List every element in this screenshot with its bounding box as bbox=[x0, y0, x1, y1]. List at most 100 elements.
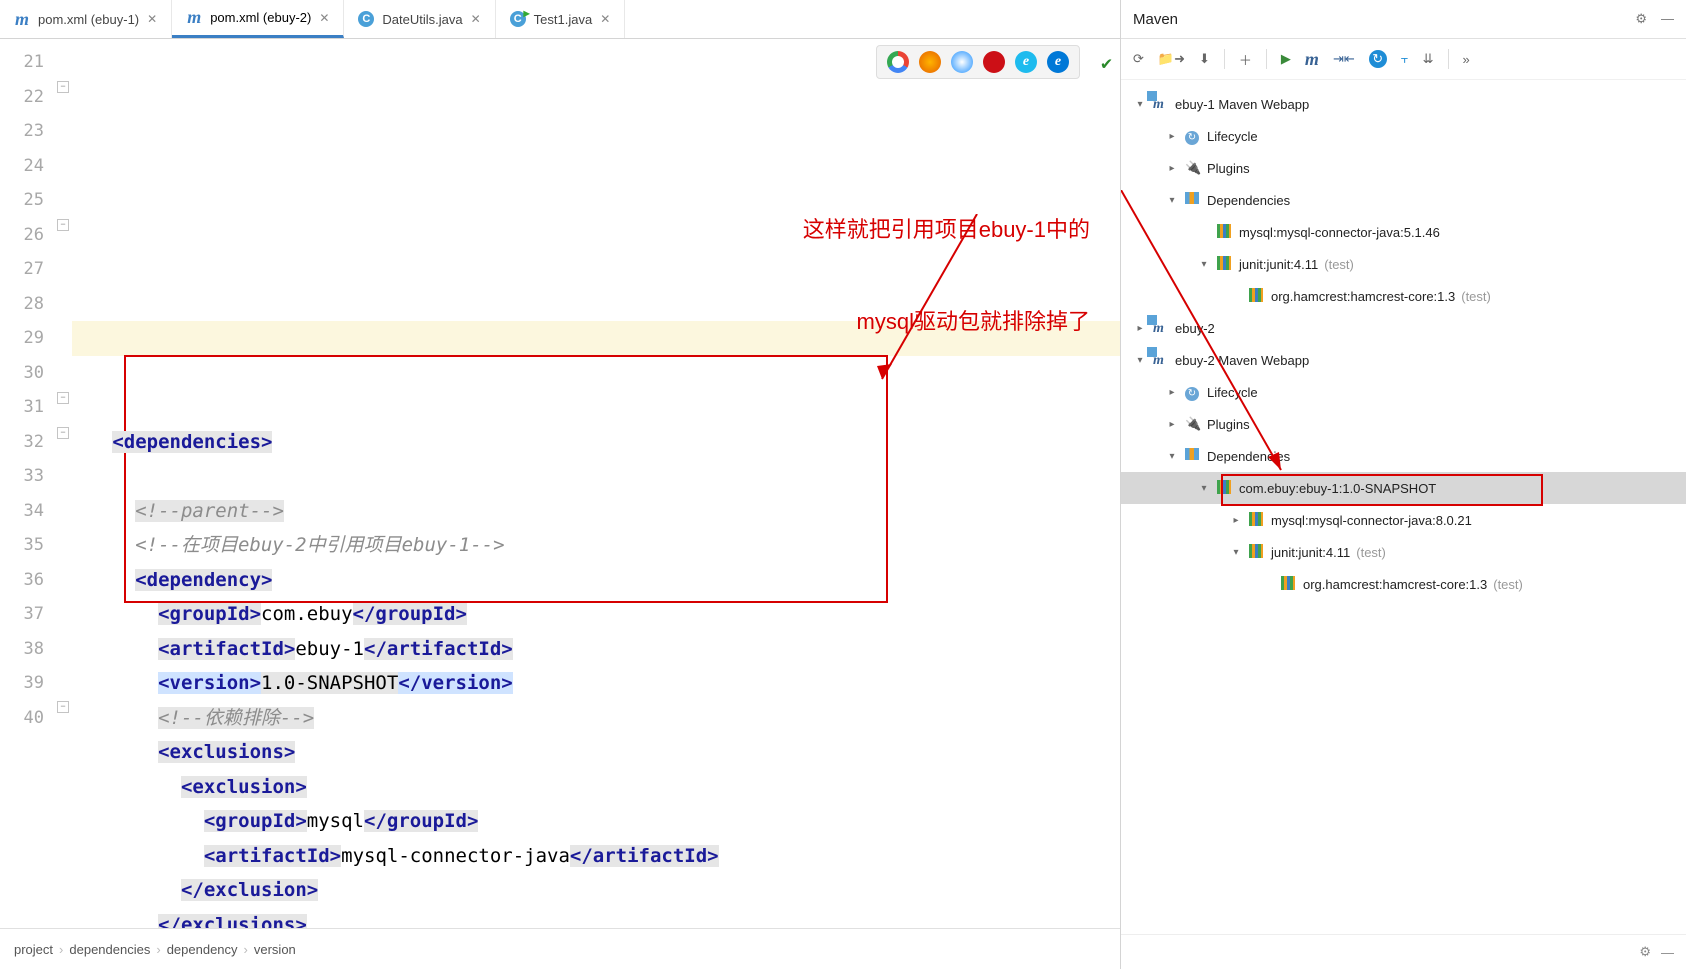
edge-icon[interactable]: e bbox=[1047, 51, 1069, 73]
library-icon bbox=[1281, 576, 1297, 592]
tree-node-label: Dependencies bbox=[1207, 449, 1290, 464]
tree-node[interactable]: ▸ 🔌 Plugins bbox=[1121, 408, 1686, 440]
maven-panel-header: Maven ⚙ — bbox=[1121, 0, 1686, 39]
tab-label: Test1.java bbox=[534, 12, 593, 27]
run-icon[interactable]: ▶ bbox=[1281, 51, 1291, 67]
tree-node[interactable]: ▾mebuy-1 Maven Webapp bbox=[1121, 88, 1686, 120]
breadcrumb-item[interactable]: version bbox=[254, 942, 296, 957]
chrome-icon[interactable] bbox=[887, 51, 909, 73]
code-area[interactable]: ✔ e e 这样就把引用项目ebuy-1中的 mysql驱动包就排除掉了 bbox=[72, 39, 1120, 928]
close-icon[interactable]: ✕ bbox=[147, 12, 157, 26]
tree-node-label: ebuy-2 Maven Webapp bbox=[1175, 353, 1309, 368]
inspection-ok-icon: ✔ bbox=[1101, 47, 1112, 82]
library-icon bbox=[1249, 544, 1265, 560]
safari-icon[interactable] bbox=[951, 51, 973, 73]
refresh-icon[interactable]: ⟳ bbox=[1133, 51, 1144, 67]
tree-twisty-icon[interactable]: ▸ bbox=[1165, 131, 1179, 142]
breadcrumb-bar[interactable]: project›dependencies›dependency›version bbox=[0, 928, 1120, 969]
tab-label: pom.xml (ebuy-2) bbox=[210, 10, 311, 25]
tree-node[interactable]: ▾mebuy-2 Maven Webapp bbox=[1121, 344, 1686, 376]
tree-node-label: Lifecycle bbox=[1207, 129, 1258, 144]
cycle-icon[interactable]: ↻ bbox=[1369, 50, 1387, 68]
tree-node-label: org.hamcrest:hamcrest-core:1.3 bbox=[1303, 577, 1487, 592]
tree-node-label: Plugins bbox=[1207, 161, 1250, 176]
maven-panel-title: Maven bbox=[1133, 11, 1178, 28]
line-number-gutter: 21 22 23 24 25 26 27 28 29 30 31 32 33 3… bbox=[0, 39, 54, 928]
tree-node[interactable]: ▾Dependencies bbox=[1121, 184, 1686, 216]
library-icon bbox=[1217, 480, 1233, 496]
editor-tab[interactable]: CTest1.java✕ bbox=[496, 0, 626, 38]
settings-icon[interactable]: ⚙ bbox=[1635, 11, 1647, 27]
tree-node[interactable]: mysql:mysql-connector-java:5.1.46 bbox=[1121, 216, 1686, 248]
opera-icon[interactable] bbox=[983, 51, 1005, 73]
maven-m-icon[interactable]: m bbox=[1305, 49, 1319, 70]
tree-twisty-icon[interactable]: ▾ bbox=[1197, 259, 1211, 270]
editor-tab[interactable]: mpom.xml (ebuy-2)✕ bbox=[172, 0, 344, 38]
tree-twisty-icon[interactable]: ▸ bbox=[1165, 163, 1179, 174]
library-icon bbox=[1249, 512, 1265, 528]
editor-tab[interactable]: m pom.xml (ebuy-1) ✕ bbox=[0, 0, 172, 38]
code-editor[interactable]: 21 22 23 24 25 26 27 28 29 30 31 32 33 3… bbox=[0, 39, 1120, 928]
tree-node-suffix: (test) bbox=[1324, 257, 1354, 272]
ie-icon[interactable]: e bbox=[1015, 51, 1037, 73]
tree-node-label: ebuy-2 bbox=[1175, 321, 1215, 336]
tree-twisty-icon[interactable]: ▾ bbox=[1165, 195, 1179, 206]
minimize-icon[interactable]: — bbox=[1661, 11, 1674, 27]
tree-node-label: mysql:mysql-connector-java:5.1.46 bbox=[1239, 225, 1440, 240]
add-project-icon[interactable]: ＋ bbox=[1239, 50, 1252, 69]
editor-tab-bar: mpom.xml (ebuy-1)✕mpom.xml (ebuy-2)✕CDat… bbox=[0, 0, 1120, 39]
breadcrumb-item[interactable]: dependencies bbox=[69, 942, 150, 957]
download-sources-icon[interactable]: ⬇ bbox=[1199, 51, 1210, 67]
tree-node[interactable]: org.hamcrest:hamcrest-core:1.3 (test) bbox=[1121, 568, 1686, 600]
tree-node[interactable]: ▸ ↻ Lifecycle bbox=[1121, 120, 1686, 152]
tree-twisty-icon[interactable]: ▾ bbox=[1133, 99, 1147, 110]
tree-node-label: Plugins bbox=[1207, 417, 1250, 432]
close-icon[interactable]: ✕ bbox=[471, 12, 481, 26]
tree-node[interactable]: org.hamcrest:hamcrest-core:1.3 (test) bbox=[1121, 280, 1686, 312]
plugins-icon: 🔌 bbox=[1185, 416, 1201, 432]
tree-twisty-icon[interactable]: ▾ bbox=[1229, 547, 1243, 558]
tree-node-suffix: (test) bbox=[1493, 577, 1523, 592]
tree-node[interactable]: ▾ Dependencies bbox=[1121, 440, 1686, 472]
tree-node-label: Lifecycle bbox=[1207, 385, 1258, 400]
generate-sources-icon[interactable]: 📁➜ bbox=[1158, 51, 1185, 67]
collapse-all-icon[interactable]: ⇊ bbox=[1423, 51, 1434, 67]
tab-label: pom.xml (ebuy-1) bbox=[38, 12, 139, 27]
tree-twisty-icon[interactable]: ▸ bbox=[1133, 323, 1147, 334]
firefox-icon[interactable] bbox=[919, 51, 941, 73]
lifecycle-icon: ↻ bbox=[1185, 384, 1201, 400]
toggle-skip-tests-icon[interactable]: ⇥⇤ bbox=[1333, 51, 1355, 67]
menu-icon[interactable]: — bbox=[1661, 945, 1674, 960]
tree-node-suffix: (test) bbox=[1356, 545, 1386, 560]
tree-twisty-icon[interactable]: ▸ bbox=[1165, 419, 1179, 430]
tree-node[interactable]: ▾junit:junit:4.11 (test) bbox=[1121, 248, 1686, 280]
breadcrumb-item[interactable]: project bbox=[14, 942, 53, 957]
close-icon[interactable]: ✕ bbox=[319, 11, 329, 25]
tree-twisty-icon[interactable]: ▸ bbox=[1165, 387, 1179, 398]
tree-node[interactable]: ▸ 🔌 Plugins bbox=[1121, 152, 1686, 184]
tree-node[interactable]: ▾junit:junit:4.11 (test) bbox=[1121, 536, 1686, 568]
maven-file-icon: m bbox=[14, 11, 30, 27]
lifecycle-icon: ↻ bbox=[1185, 128, 1201, 144]
editor-tab[interactable]: CDateUtils.java✕ bbox=[344, 0, 495, 38]
open-in-browser-bar[interactable]: e e bbox=[876, 45, 1080, 79]
plugins-icon: 🔌 bbox=[1185, 160, 1201, 176]
close-icon[interactable]: ✕ bbox=[600, 12, 610, 26]
maven-tree[interactable]: ▾mebuy-1 Maven Webapp ▸ ↻ Lifecycle ▸ 🔌 Plugin… bbox=[1121, 80, 1686, 934]
tree-twisty-icon[interactable]: ▾ bbox=[1133, 355, 1147, 366]
dependencies-icon bbox=[1185, 192, 1201, 208]
show-diagram-icon[interactable]: ⫟ bbox=[1401, 51, 1409, 67]
fold-column[interactable]: − − − − − bbox=[54, 39, 72, 928]
tree-node[interactable]: ▾com.ebuy:ebuy-1:1.0-SNAPSHOT bbox=[1121, 472, 1686, 504]
tree-node[interactable]: ▸mysql:mysql-connector-java:8.0.21 bbox=[1121, 504, 1686, 536]
status-bar-right: ⚙ — bbox=[1121, 934, 1686, 969]
more-icon[interactable]: » bbox=[1463, 52, 1470, 67]
tree-node[interactable]: ▸ ↻ Lifecycle bbox=[1121, 376, 1686, 408]
tree-node[interactable]: ▸mebuy-2 bbox=[1121, 312, 1686, 344]
library-icon bbox=[1217, 256, 1233, 272]
tree-twisty-icon[interactable]: ▾ bbox=[1197, 483, 1211, 494]
tree-twisty-icon[interactable]: ▾ bbox=[1165, 451, 1179, 462]
breadcrumb-item[interactable]: dependency bbox=[167, 942, 238, 957]
tree-twisty-icon[interactable]: ▸ bbox=[1229, 515, 1243, 526]
settings-icon[interactable]: ⚙ bbox=[1639, 944, 1651, 960]
